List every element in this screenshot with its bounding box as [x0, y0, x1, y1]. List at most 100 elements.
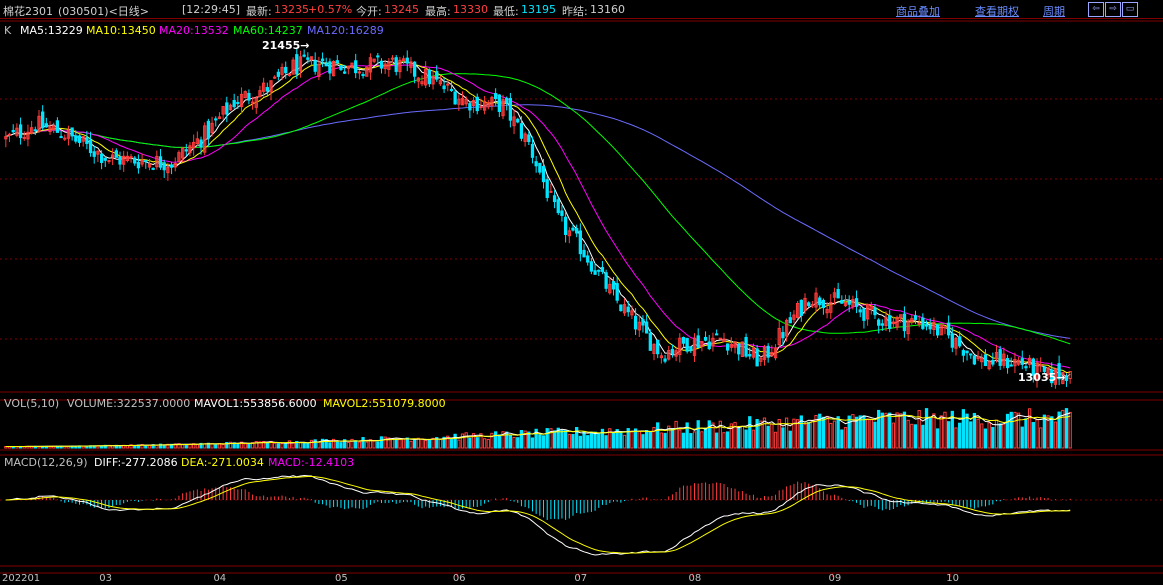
candle-55 — [206, 118, 211, 147]
candle-179 — [663, 354, 667, 364]
candle-body — [1064, 376, 1069, 381]
candle-95 — [354, 53, 358, 79]
candle-body — [663, 358, 667, 362]
candle-192 — [711, 332, 715, 352]
candle-body — [184, 149, 188, 152]
candle-235 — [869, 301, 873, 315]
volume-bar-206 — [762, 417, 767, 449]
candle-121 — [449, 81, 454, 92]
candle-body — [118, 156, 122, 165]
candle-7 — [29, 120, 34, 135]
candle-270 — [998, 345, 1002, 370]
volume-bar-52 — [195, 443, 199, 449]
candle-body — [508, 98, 513, 121]
candle-60 — [225, 96, 229, 123]
volume-bar-193 — [714, 432, 719, 449]
volume-bar-250 — [924, 408, 929, 449]
volume-bar-268 — [991, 426, 995, 449]
candle-109 — [405, 50, 409, 72]
candle-48 — [180, 147, 185, 163]
volume-bar-157 — [582, 431, 586, 449]
candle-233 — [862, 307, 866, 329]
volume-bar-114 — [424, 439, 428, 449]
candle-161 — [597, 269, 601, 276]
candle-body — [265, 87, 269, 92]
volume-bar-142 — [527, 431, 531, 449]
candle-191 — [707, 334, 711, 351]
ma60-line — [5, 73, 1071, 345]
volume-bar-183 — [678, 429, 682, 449]
candle-14 — [55, 117, 60, 133]
candle-27 — [103, 156, 107, 168]
volume-bar-201 — [744, 429, 748, 449]
candle-85 — [317, 56, 321, 81]
candle-body — [670, 348, 675, 355]
candle-body — [7, 133, 12, 136]
x-tick-label-6: 08 — [689, 573, 702, 584]
candle-144 — [534, 156, 538, 173]
volume-bar-242 — [895, 412, 899, 449]
candle-224 — [829, 294, 833, 319]
volume-bar-185 — [685, 422, 689, 449]
candle-body — [582, 249, 586, 258]
candle-203 — [751, 343, 756, 360]
candle-body — [946, 322, 951, 336]
volume-bar-258 — [954, 427, 958, 449]
candle-body — [578, 230, 582, 255]
kline-chart[interactable]: 202201 03 04 05 06 07 08 09 10 — [0, 0, 1163, 585]
volume-bar-276 — [1020, 426, 1024, 449]
candle-99 — [368, 53, 373, 80]
candle-body — [935, 324, 940, 336]
candle-1 — [7, 132, 12, 143]
candle-153 — [567, 227, 571, 244]
volume-bar-91 — [339, 442, 343, 449]
candle-13 — [52, 122, 56, 134]
volume-bar-285 — [1053, 421, 1058, 449]
candle-132 — [490, 95, 494, 111]
candle-229 — [847, 295, 851, 313]
candle-11 — [44, 117, 48, 128]
candle-146 — [541, 158, 546, 189]
candle-102 — [379, 58, 384, 74]
candle-body — [755, 348, 759, 367]
candle-body — [88, 139, 93, 154]
candle-72 — [269, 80, 273, 101]
candle-body — [766, 345, 770, 358]
candle-body — [877, 319, 881, 326]
candle-32 — [122, 150, 126, 172]
volume-bar-231 — [854, 416, 859, 449]
volume-bar-165 — [611, 432, 616, 449]
volume-bar-145 — [538, 434, 542, 449]
candle-body — [357, 71, 362, 74]
candle-158 — [586, 250, 590, 266]
candle-24 — [92, 146, 96, 164]
volume-bar-121 — [449, 439, 454, 449]
volume-bar-270 — [998, 423, 1002, 449]
volume-bar-174 — [644, 430, 649, 449]
volume-bar-187 — [692, 431, 697, 449]
candle-body — [453, 91, 457, 105]
candle-body — [1020, 358, 1024, 365]
candle-body — [505, 97, 509, 104]
candle-body — [33, 129, 37, 132]
candle-body — [847, 300, 851, 305]
candle-body — [44, 123, 48, 128]
candle-body — [99, 153, 104, 163]
candle-214 — [792, 310, 796, 323]
volume-bar-246 — [910, 423, 914, 449]
volume-bar-152 — [563, 430, 568, 449]
candle-194 — [718, 337, 722, 340]
candle-113 — [420, 75, 424, 87]
candle-body — [232, 100, 236, 108]
volume-bar-235 — [869, 419, 873, 449]
volume-bar-227 — [840, 429, 844, 449]
candle-70 — [261, 77, 266, 97]
candle-body — [534, 161, 538, 167]
candle-31 — [118, 151, 122, 170]
candle-240 — [888, 310, 892, 333]
volume-bar-247 — [913, 424, 918, 449]
candle-106 — [394, 55, 398, 76]
candle-151 — [560, 205, 564, 222]
candle-body — [626, 306, 630, 313]
volume-bar-170 — [630, 430, 634, 449]
